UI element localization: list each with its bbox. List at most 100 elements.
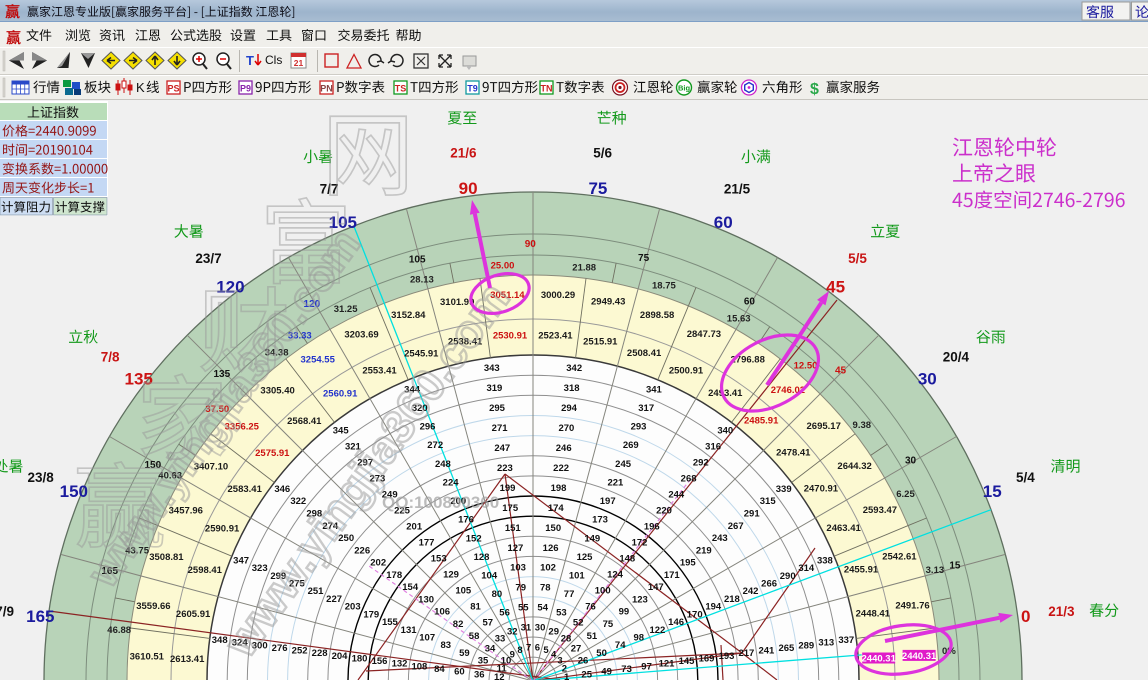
svg-text:K: K [136,80,145,95]
svg-text:169: 169 [699,654,715,665]
svg-text:270: 270 [558,423,574,434]
svg-text:51: 51 [587,631,598,642]
svg-text:106: 106 [434,607,450,618]
svg-text:202: 202 [370,558,386,569]
svg-text:4: 4 [551,649,557,660]
svg-text:224: 224 [443,478,460,489]
svg-text:QQ:100800360: QQ:100800360 [382,493,499,512]
svg-text:151: 151 [505,523,522,534]
svg-text:56: 56 [499,608,510,619]
svg-text:53: 53 [556,608,567,619]
svg-text:243: 243 [712,533,728,544]
svg-text:2605.91: 2605.91 [176,609,211,620]
svg-text:82: 82 [453,619,464,630]
svg-text:132: 132 [392,659,408,670]
svg-text:316: 316 [705,442,721,453]
svg-text:2508.41: 2508.41 [627,348,662,359]
svg-text:152: 152 [466,533,482,544]
svg-text:31: 31 [521,623,532,634]
svg-text:15.63: 15.63 [727,314,751,325]
svg-text:248: 248 [435,459,451,470]
svg-text:90: 90 [459,179,478,198]
svg-text:197: 197 [600,496,616,507]
svg-text:28: 28 [561,633,572,644]
svg-text:2847.73: 2847.73 [687,329,721,340]
svg-text:128: 128 [474,552,490,563]
svg-text:179: 179 [363,609,379,620]
svg-text:78: 78 [540,583,551,594]
svg-text:$: $ [810,81,819,98]
svg-text:2478.41: 2478.41 [776,448,811,459]
svg-text:2455.91: 2455.91 [844,565,879,576]
svg-text:195: 195 [680,558,697,569]
svg-text:PN: PN [320,84,333,94]
svg-text:291: 291 [744,509,761,520]
svg-text:90: 90 [525,239,537,250]
svg-text:201: 201 [406,522,423,533]
svg-text:155: 155 [382,617,399,628]
svg-text:317: 317 [638,403,654,414]
svg-text:81: 81 [470,601,481,612]
svg-text:2542.61: 2542.61 [882,552,917,563]
svg-text:241: 241 [758,646,775,657]
svg-text:49: 49 [601,667,612,678]
svg-text:242: 242 [743,586,759,597]
svg-text:5/5: 5/5 [848,251,867,266]
svg-text:3152.84: 3152.84 [391,310,426,321]
svg-text:7: 7 [526,643,531,654]
svg-text:18.75: 18.75 [652,280,676,291]
svg-text:271: 271 [492,423,509,434]
svg-text:75: 75 [638,253,650,264]
svg-text:TN: TN [541,84,553,94]
svg-text:196: 196 [644,522,660,533]
svg-text:193: 193 [719,651,735,662]
svg-text:290: 290 [780,571,796,582]
svg-text:33: 33 [495,633,506,644]
svg-text:123: 123 [632,594,648,605]
svg-text:2440.31: 2440.31 [902,651,937,662]
svg-text:130: 130 [418,594,434,605]
svg-text:313: 313 [818,638,834,649]
svg-text:125: 125 [577,552,594,563]
svg-text:319: 319 [486,383,502,394]
svg-text:219: 219 [696,545,712,556]
svg-text:21.88: 21.88 [572,263,596,274]
svg-text:2470.91: 2470.91 [804,484,839,495]
svg-text:345: 345 [333,426,350,437]
svg-text:27: 27 [571,643,582,654]
svg-text:100: 100 [595,585,611,596]
svg-text:145: 145 [679,656,696,667]
svg-text:101: 101 [569,571,586,582]
svg-text:7/9: 7/9 [0,604,14,619]
svg-text:247: 247 [494,443,510,454]
svg-text:170: 170 [687,609,703,620]
svg-text:45: 45 [826,278,845,297]
svg-text:2598.41: 2598.41 [188,565,223,576]
svg-text:32: 32 [507,626,518,637]
svg-text:294: 294 [561,403,578,414]
svg-text:338: 338 [817,555,833,566]
svg-text:266: 266 [761,579,777,590]
svg-text:5/6: 5/6 [593,145,612,160]
svg-text:25: 25 [581,669,592,680]
svg-text:2644.32: 2644.32 [837,461,871,472]
svg-text:3610.51: 3610.51 [130,651,165,662]
svg-text:217: 217 [738,648,754,659]
svg-text:79: 79 [515,583,526,594]
svg-text:204: 204 [332,651,349,662]
svg-text:3559.66: 3559.66 [136,601,170,612]
svg-text:2613.41: 2613.41 [170,654,205,665]
svg-text:154: 154 [402,582,419,593]
svg-text:177: 177 [419,538,435,549]
svg-text:124: 124 [607,570,624,581]
svg-text:59: 59 [459,648,470,659]
svg-text:3254.55: 3254.55 [301,355,336,366]
svg-text:174: 174 [548,503,565,514]
svg-text:2590.91: 2590.91 [205,523,240,534]
svg-text:31.25: 31.25 [334,304,358,315]
svg-text:7/7: 7/7 [320,181,339,196]
svg-text:75: 75 [603,619,614,630]
svg-text:2560.91: 2560.91 [323,388,358,399]
svg-text:9.38: 9.38 [853,420,872,431]
svg-text:267: 267 [728,521,744,532]
